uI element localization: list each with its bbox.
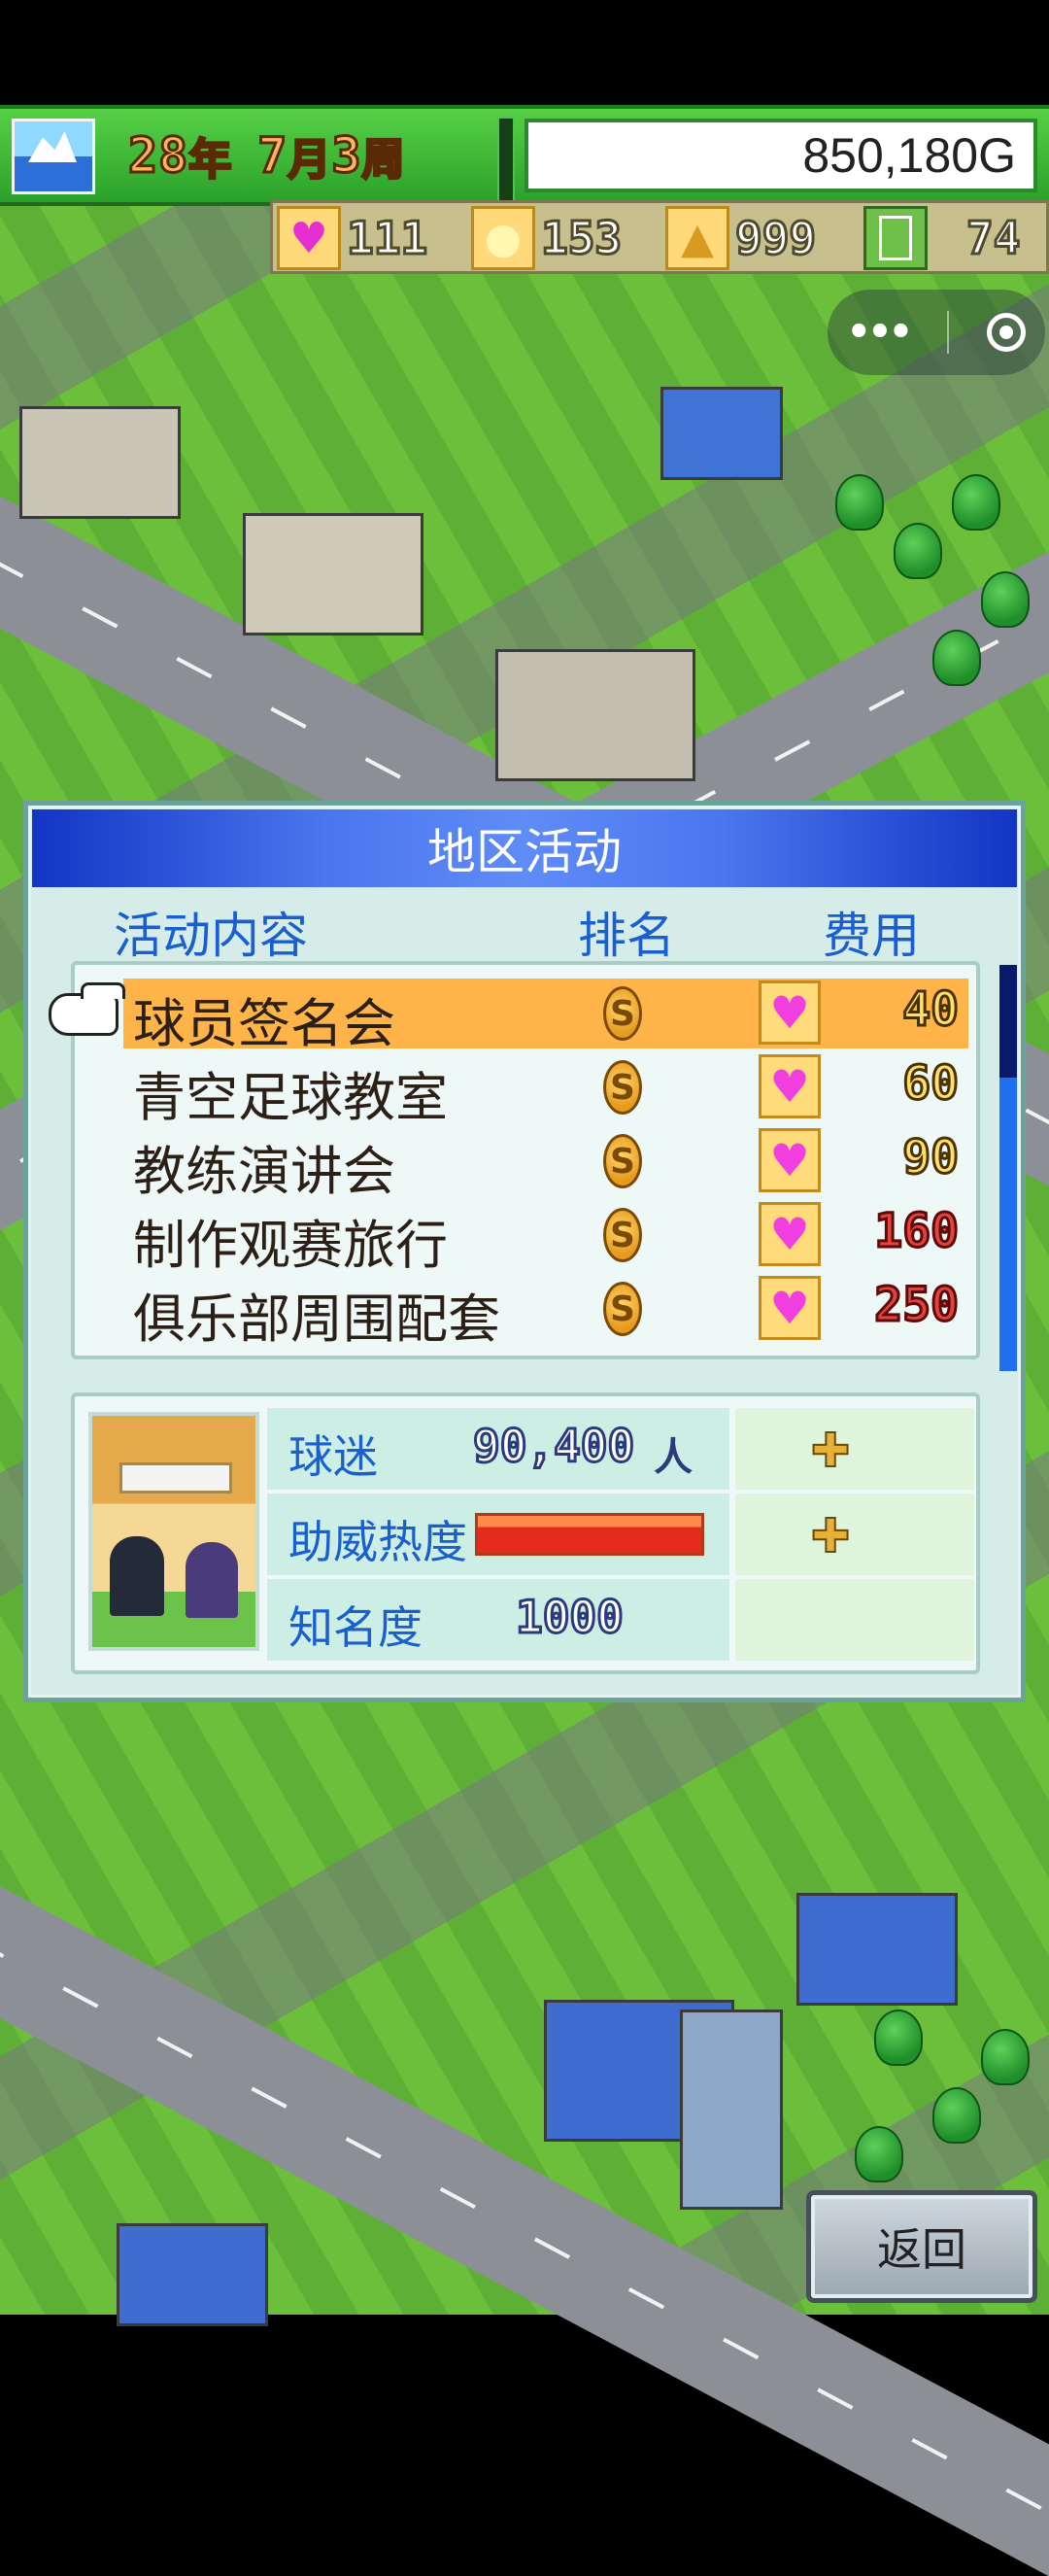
activity-list: 球员签名会 S ♥ 40 青空足球教室 S ♥ 60 教练演讲会 S ♥ 90 … (71, 961, 980, 1359)
list-scrollbar[interactable] (999, 965, 1017, 1371)
building (680, 2009, 783, 2210)
activity-name: 俱乐部周围配套 (133, 1288, 500, 1350)
fans-label: 球迷 (288, 1430, 378, 1483)
capsule-divider (947, 311, 950, 354)
regional-activities-dialog: 地区活动 活动内容 排名 费用 球员签名会 S ♥ 40 青空足球教室 S ♥ … (23, 801, 1026, 1702)
fan-icon: ▲ (665, 206, 729, 270)
field-icon (863, 206, 928, 270)
column-header-cost: 费用 (823, 908, 920, 964)
back-button[interactable]: 返回 (806, 2190, 1037, 2303)
miniprogram-capsule: ••• (828, 290, 1045, 375)
activity-row[interactable]: 俱乐部周围配套 S ♥ 250 (123, 1274, 968, 1350)
ideas-resource: ● 153 (471, 206, 624, 270)
tree (874, 2009, 923, 2066)
dialog-title: 地区活动 (32, 809, 1017, 887)
activity-name: 青空足球教室 (133, 1067, 448, 1128)
lightbulb-icon: ● (471, 206, 535, 270)
heart-icon: ♥ (759, 1054, 821, 1118)
field-resource: 74 (863, 206, 1022, 270)
hearts-resource: ♥ 111 (277, 206, 429, 270)
rank-badge: S (603, 986, 642, 1041)
week-unit: 周 (360, 134, 406, 187)
plus-icon[interactable]: ✚ (810, 1423, 851, 1479)
tree (855, 2126, 903, 2182)
rank-badge: S (603, 1208, 642, 1262)
building (243, 513, 423, 635)
plus-icon[interactable]: ✚ (810, 1508, 851, 1564)
ideas-value: 153 (539, 211, 623, 266)
building (660, 387, 783, 480)
fame-label: 知名度 (288, 1601, 423, 1654)
tree (981, 2029, 1030, 2085)
support-stat-row: 助威热度 ✚ (267, 1494, 976, 1575)
tree (835, 474, 884, 531)
tree (952, 474, 1000, 531)
tree (932, 2087, 981, 2144)
club-stats-panel: 球迷 90,400 人 ✚ 助威热度 ✚ 知名度 1000 (71, 1392, 980, 1674)
rank-badge: S (603, 1134, 642, 1188)
status-bar: 28 年 7 月 3 周 850,180G (0, 105, 1049, 206)
fame-value: 1000 (515, 1590, 626, 1645)
heart-icon: ♥ (759, 980, 821, 1045)
close-target-icon[interactable] (987, 313, 1027, 352)
fame-stat-row: 知名度 1000 (267, 1579, 976, 1661)
activity-cost: 40 (901, 981, 961, 1039)
hand-pointer-icon (49, 982, 125, 1036)
week-value: 3 (330, 126, 362, 186)
activity-row[interactable]: 球员签名会 S ♥ 40 (123, 979, 968, 1054)
divider (497, 117, 515, 204)
scrollbar-thumb[interactable] (999, 965, 1017, 1078)
activity-name: 制作观赛旅行 (133, 1215, 448, 1276)
column-header-rank: 排名 (578, 908, 675, 964)
building (19, 406, 181, 519)
tree (894, 523, 942, 579)
heart-icon: ♥ (759, 1128, 821, 1192)
fans-resource: ▲ 999 (665, 206, 818, 270)
month-value: 7 (256, 126, 288, 186)
year-unit: 年 (187, 134, 233, 187)
rank-badge: S (603, 1060, 642, 1115)
activity-cost: 160 (873, 1203, 961, 1260)
resource-bar: ♥ 111 ● 153 ▲ 999 74 (270, 200, 1049, 274)
more-options-icon[interactable]: ••• (847, 310, 914, 355)
heart-icon: ♥ (759, 1276, 821, 1340)
activity-name: 教练演讲会 (133, 1141, 395, 1202)
empty-cell (735, 1579, 974, 1661)
rank-badge: S (603, 1282, 642, 1336)
fans-count: 90,400 (471, 1419, 635, 1474)
activity-name: 球员签名会 (133, 993, 395, 1054)
fans-resource-value: 999 (733, 211, 817, 266)
activity-cost: 250 (873, 1277, 961, 1334)
money-display: 850,180G (524, 119, 1037, 192)
year-value: 28 (126, 126, 189, 186)
activity-row[interactable]: 制作观赛旅行 S ♥ 160 (123, 1200, 968, 1276)
building (796, 1893, 958, 2006)
tree (981, 571, 1030, 628)
support-heat-bar (475, 1513, 704, 1556)
activity-row[interactable]: 青空足球教室 S ♥ 60 (123, 1052, 968, 1128)
activity-cost: 60 (901, 1055, 961, 1113)
fans-unit: 人 (654, 1435, 693, 1480)
field-value: 74 (964, 211, 1021, 266)
event-portrait (88, 1412, 259, 1651)
month-unit: 月 (287, 134, 332, 187)
activity-cost: 90 (901, 1129, 961, 1186)
tree (932, 630, 981, 686)
fans-stat-row: 球迷 90,400 人 ✚ (267, 1408, 976, 1490)
activity-row[interactable]: 教练演讲会 S ♥ 90 (123, 1126, 968, 1202)
building (117, 2223, 268, 2326)
season-icon[interactable] (12, 119, 95, 194)
heart-icon: ♥ (277, 206, 341, 270)
heart-icon: ♥ (759, 1202, 821, 1266)
support-label: 助威热度 (288, 1516, 467, 1568)
column-header-content: 活动内容 (114, 908, 308, 964)
hearts-value: 111 (345, 211, 428, 266)
building (495, 649, 695, 781)
date-display: 28 年 7 月 3 周 (126, 124, 488, 187)
